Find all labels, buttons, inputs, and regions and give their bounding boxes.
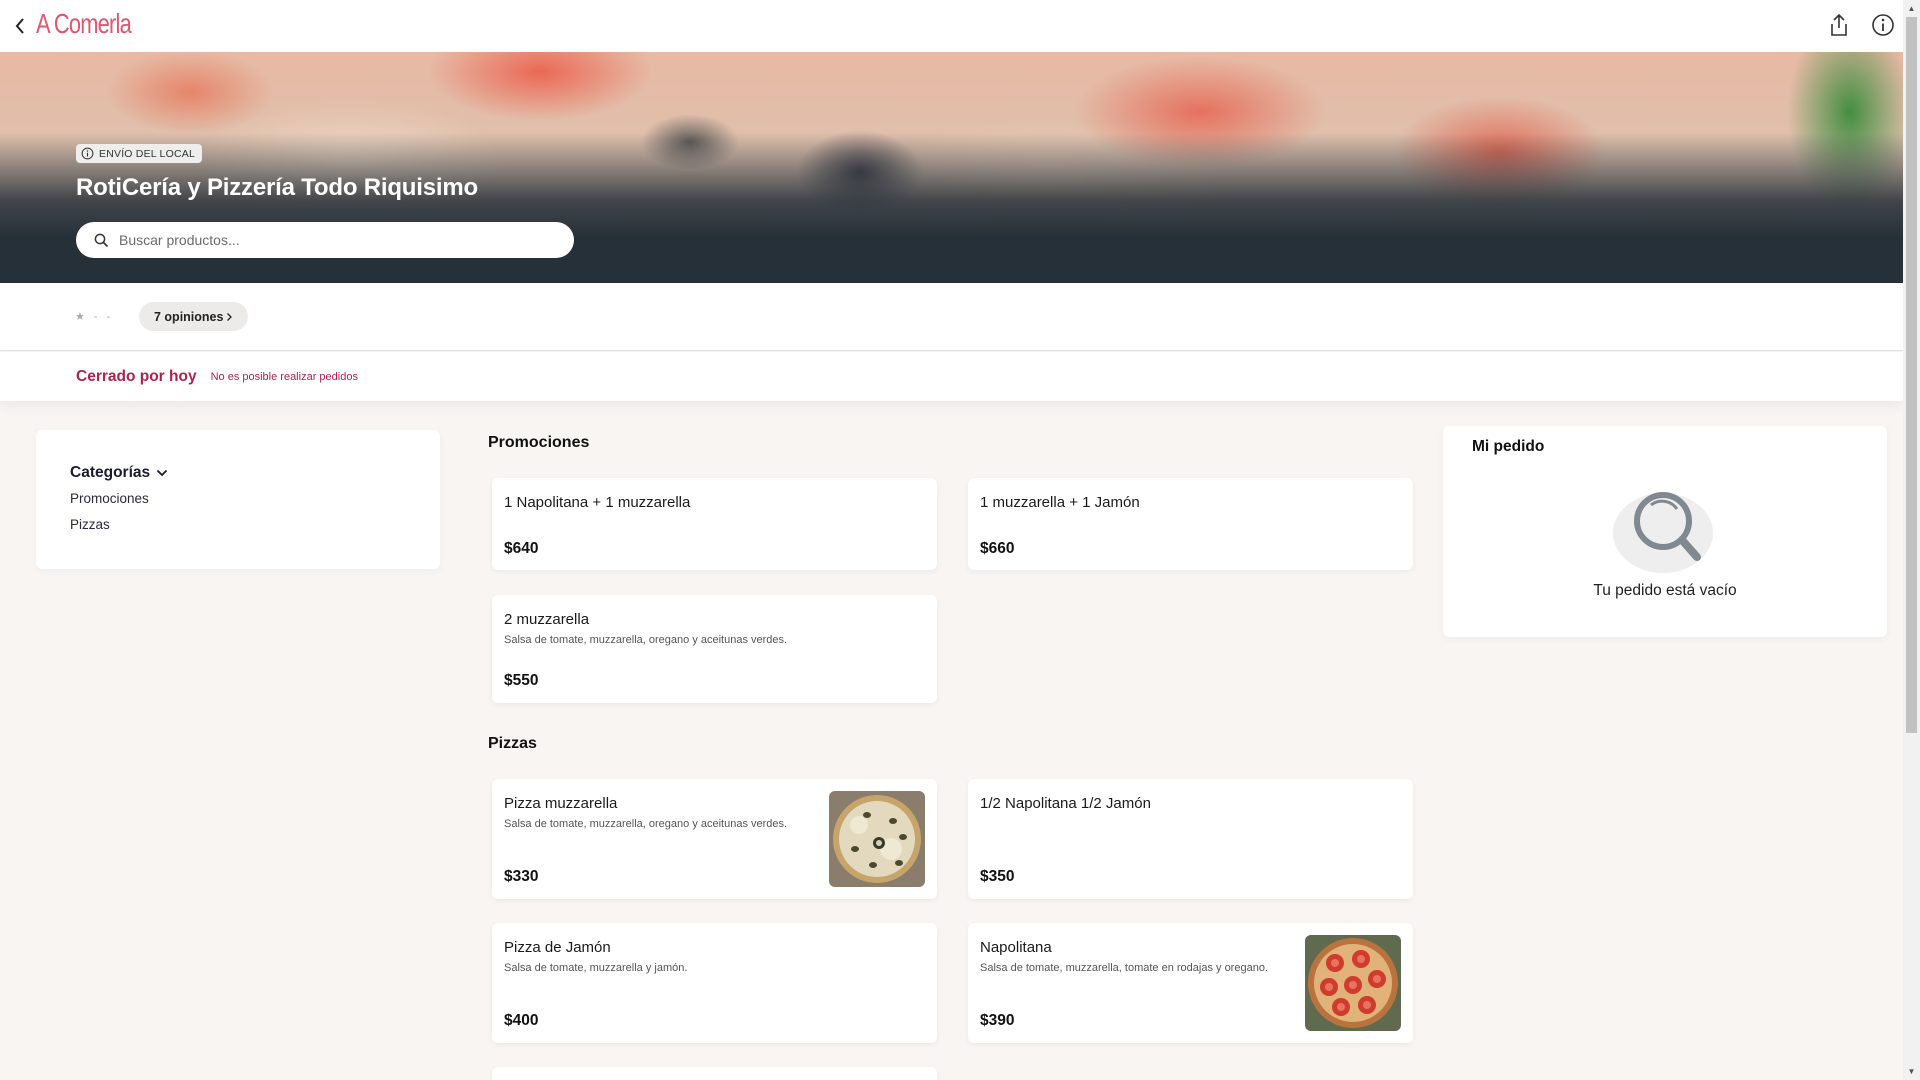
product-price: $660 xyxy=(980,540,1015,557)
product-card[interactable]: Pizza de Jamón Salsa de tomate, muzzarel… xyxy=(492,923,937,1043)
closed-status-title: Cerrado por hoy xyxy=(76,367,197,385)
search-bar[interactable] xyxy=(76,222,574,258)
store-status-bar: Cerrado por hoy No es posible realizar p… xyxy=(0,352,1903,401)
scroll-thumb[interactable] xyxy=(1906,17,1917,733)
product-image xyxy=(1305,935,1401,1031)
pizza-napolitana-image xyxy=(1305,935,1401,1031)
chevron-down-icon xyxy=(156,469,168,477)
product-description: Salsa de tomate, muzzarella y jamón. xyxy=(504,962,688,974)
product-name: 2 muzzarella xyxy=(504,611,590,628)
categories-toggle[interactable]: Categorías xyxy=(70,464,168,482)
categories-panel: Categorías Promociones Pizzas xyxy=(36,430,440,569)
rating-stars: ★ - - xyxy=(75,311,114,323)
page-scrollbar[interactable]: ▲ ▼ xyxy=(1903,0,1920,1080)
product-name: 1/2 Napolitana 1/2 Jamón xyxy=(980,795,1151,812)
product-name: Napolitana xyxy=(980,939,1052,956)
product-image xyxy=(829,791,925,887)
delivery-badge: ENVÍO DEL LOCAL xyxy=(76,144,202,163)
product-price: $390 xyxy=(980,1012,1015,1029)
product-name: Pizza muzzarella xyxy=(504,795,618,812)
scroll-down-arrow[interactable]: ▼ xyxy=(1903,1063,1920,1080)
scroll-up-arrow[interactable]: ▲ xyxy=(1903,0,1920,17)
product-name: Pizza de Jamón xyxy=(504,939,611,956)
product-card[interactable]: 1 muzzarella + 1 Jamón $660 xyxy=(968,478,1413,570)
reviews-strip: ★ - - 7 opiniones xyxy=(0,283,1903,351)
top-bar: A Comerla xyxy=(0,0,1903,52)
search-input[interactable] xyxy=(119,232,539,248)
product-price: $550 xyxy=(504,672,539,689)
product-description: Salsa de tomate, muzzarella, oregano y a… xyxy=(504,818,788,830)
product-card[interactable]: 1/2 Napolitana 1/2 Jamón $350 xyxy=(968,779,1413,899)
product-price: $350 xyxy=(980,868,1015,885)
section-title-promociones: Promociones xyxy=(488,434,590,451)
product-card-partial[interactable] xyxy=(492,1067,937,1080)
brand-logo[interactable]: A Comerla xyxy=(36,8,132,40)
closed-status-subtitle: No es posible realizar pedidos xyxy=(210,370,358,383)
chevron-left-icon xyxy=(15,18,24,34)
search-icon xyxy=(94,233,109,247)
product-card[interactable]: Napolitana Salsa de tomate, muzzarella, … xyxy=(968,923,1413,1043)
store-hero-banner: ENVÍO DEL LOCAL RotiCería y Pizzería Tod… xyxy=(0,52,1903,283)
info-button[interactable] xyxy=(1871,12,1895,38)
category-link-promociones[interactable]: Promociones xyxy=(70,491,149,506)
categories-title: Categorías xyxy=(70,464,151,481)
product-card[interactable]: 2 muzzarella Salsa de tomate, muzzarella… xyxy=(492,595,937,703)
category-link-pizzas[interactable]: Pizzas xyxy=(70,517,110,532)
delivery-badge-label: ENVÍO DEL LOCAL xyxy=(99,147,195,160)
store-name: RotiCería y Pizzería Todo Riquisimo xyxy=(76,174,478,201)
section-title-pizzas: Pizzas xyxy=(488,735,537,752)
order-panel: Mi pedido Tu pedido está vacío xyxy=(1443,426,1887,637)
share-button[interactable] xyxy=(1827,12,1851,38)
product-description: Salsa de tomate, muzzarella, tomate en r… xyxy=(980,962,1268,974)
product-price: $640 xyxy=(504,540,539,557)
opinions-button[interactable]: 7 opiniones xyxy=(139,302,249,331)
search-icon xyxy=(1613,492,1713,573)
product-description: Salsa de tomate, muzzarella, oregano y a… xyxy=(504,634,788,646)
product-name: 1 muzzarella + 1 Jamón xyxy=(980,494,1140,511)
product-price: $400 xyxy=(504,1012,539,1029)
back-button[interactable] xyxy=(14,14,30,38)
product-name: 1 Napolitana + 1 muzzarella xyxy=(504,494,691,511)
order-empty-text: Tu pedido está vacío xyxy=(1593,582,1737,599)
opinions-label: 7 opiniones xyxy=(154,309,224,324)
product-price: $330 xyxy=(504,868,539,885)
product-card[interactable]: Pizza muzzarella Salsa de tomate, muzzar… xyxy=(492,779,937,899)
share-icon xyxy=(1831,13,1847,36)
chevron-right-icon xyxy=(227,312,233,321)
order-title: Mi pedido xyxy=(1472,438,1545,455)
product-card[interactable]: 1 Napolitana + 1 muzzarella $640 xyxy=(492,478,937,570)
pizza-muzzarella-image xyxy=(829,791,925,887)
info-circle-icon xyxy=(81,147,94,160)
info-icon xyxy=(1872,14,1894,36)
